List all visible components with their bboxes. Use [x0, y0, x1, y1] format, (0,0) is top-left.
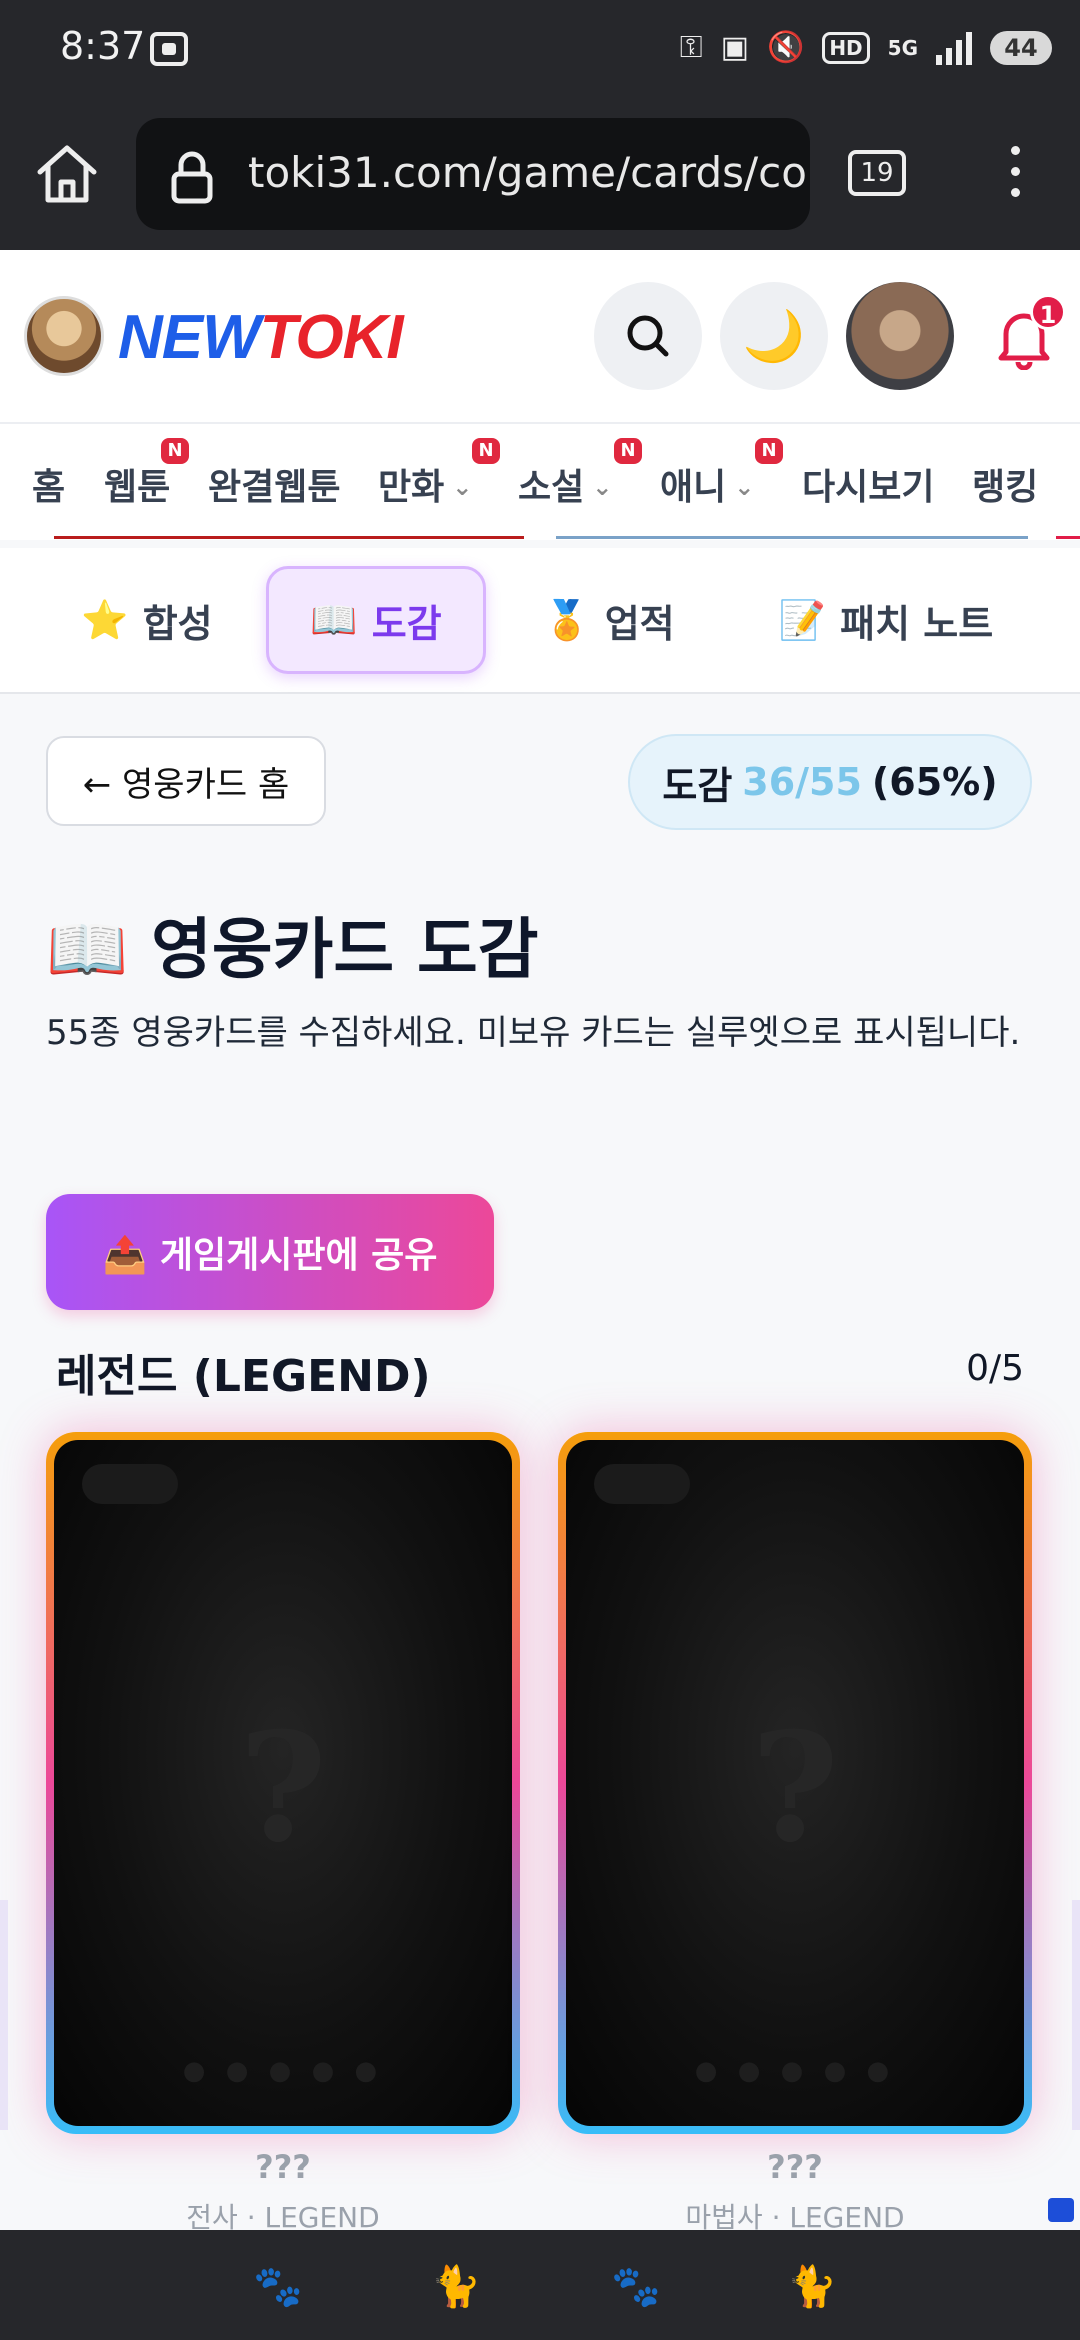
- battery-icon: 44: [990, 31, 1052, 65]
- page-title: 📖 영웅카드 도감: [46, 911, 539, 988]
- card-silhouette: ? ● ● ● ● ●: [566, 1440, 1024, 2126]
- site-header: NEWTOKI 🌙 1: [0, 250, 1080, 424]
- new-badge: N: [614, 438, 642, 464]
- card-tag: [594, 1464, 690, 1504]
- logo-image[interactable]: [24, 296, 104, 376]
- mute-icon: 🔇: [766, 30, 805, 65]
- nav-item-completed-webtoon[interactable]: 완결웹툰: [208, 458, 340, 510]
- tab-label: 합성: [142, 601, 213, 646]
- nav-item-replay[interactable]: 다시보기: [802, 458, 934, 510]
- nav-item-manga[interactable]: 만화 ⌄: [378, 458, 472, 510]
- logo-text-toki: TOKI: [259, 303, 404, 372]
- card-stars: ● ● ● ● ●: [694, 2056, 896, 2086]
- nav-item-novel[interactable]: 소설 ⌄: [518, 458, 612, 510]
- search-button[interactable]: [594, 282, 702, 390]
- section-count: 0/5: [966, 1348, 1024, 1389]
- tab-achievements[interactable]: 🏅 업적: [520, 566, 698, 674]
- tab-collection[interactable]: 📖 도감: [266, 566, 486, 674]
- unknown-card-mark: ?: [751, 1700, 839, 1876]
- collection-progress: 도감 36/55 (65%): [628, 734, 1032, 830]
- back-to-hero-home-button[interactable]: ← 영웅카드 홈: [46, 736, 326, 826]
- nav-item-webtoon[interactable]: 웹툰: [104, 458, 170, 510]
- bottom-nav-bar: 🐾 🐈 🐾 🐈: [0, 2230, 1080, 2340]
- address-bar[interactable]: toki31.com/game/cards/collection: [136, 118, 810, 230]
- nav-label: 소설: [518, 467, 585, 508]
- url-text: toki31.com/game/cards/collection: [248, 148, 810, 197]
- lock-icon: [171, 151, 213, 204]
- nav-item-anime[interactable]: 애니 ⌄: [660, 458, 754, 510]
- dark-mode-button[interactable]: 🌙: [720, 282, 828, 390]
- notification-badge: 1: [1030, 294, 1066, 330]
- folder-upload-icon: ▣: [720, 30, 749, 65]
- hero-card[interactable]: ? ● ● ● ● ●: [558, 1432, 1032, 2134]
- status-time: 8:37: [60, 24, 146, 68]
- nav-item-home[interactable]: 홈: [32, 458, 65, 510]
- moon-icon: 🌙: [742, 306, 806, 365]
- main-nav: 홈 N 웹툰 완결웹툰 N 만화 ⌄ N 소설 ⌄ N 애니 ⌄ 다시보기 랭킹: [0, 424, 1080, 540]
- status-icons: ⚿ ▣ 🔇 HD 5G 44: [680, 28, 1052, 68]
- card-silhouette: ? ● ● ● ● ●: [54, 1440, 512, 2126]
- share-to-board-button[interactable]: 📤 게임게시판에 공유: [46, 1194, 494, 1310]
- status-bar: 8:37 ⚿ ▣ 🔇 HD 5G 44: [0, 0, 1080, 100]
- browser-menu-icon[interactable]: [1000, 146, 1030, 206]
- cat-stretch-icon[interactable]: 🐈: [780, 2258, 844, 2314]
- scroll-to-top-icon[interactable]: [1048, 2198, 1074, 2222]
- scroll-edge-left: [0, 1900, 8, 2130]
- site-logo[interactable]: NEWTOKI: [118, 302, 404, 373]
- network-type: 5G: [887, 36, 918, 60]
- tab-synthesis[interactable]: ⭐ 합성: [58, 566, 236, 674]
- medal-icon: 🏅: [543, 597, 591, 642]
- home-icon[interactable]: [32, 138, 102, 208]
- unknown-card-mark: ?: [239, 1700, 327, 1876]
- card-name: ???: [767, 2148, 823, 2186]
- card-tag: [82, 1464, 178, 1504]
- page-description: 55종 영웅카드를 수집하세요. 미보유 카드는 실루엣으로 표시됩니다.: [46, 1013, 1021, 1053]
- progress-percent: (65%): [871, 760, 998, 804]
- book-icon: 📖: [310, 597, 358, 642]
- chevron-down-icon: ⌄: [452, 473, 473, 501]
- tab-label: 업적: [604, 601, 675, 646]
- tab-label: 도감: [371, 601, 442, 646]
- star-icon: ⭐: [81, 597, 129, 642]
- new-badge: N: [755, 438, 783, 464]
- nav-label: 웹툰: [104, 467, 171, 508]
- hero-card[interactable]: ? ● ● ● ● ●: [46, 1432, 520, 2134]
- nav-label: 애니: [660, 467, 727, 508]
- nav-item-ranking[interactable]: 랭킹: [972, 458, 1038, 510]
- card-name: ???: [255, 2148, 311, 2186]
- paw-icon[interactable]: 🐾: [604, 2258, 668, 2314]
- tab-label: 패치 노트: [840, 601, 994, 646]
- screenshot-icon: [150, 32, 188, 66]
- card-tabs: ⭐ 합성 📖 도감 🏅 업적 📝 패치 노트: [0, 548, 1080, 694]
- progress-prefix: 도감: [662, 763, 733, 808]
- paw-pair-icon[interactable]: 🐾: [246, 2258, 310, 2314]
- cat-sleeping-icon[interactable]: 🐈: [424, 2258, 488, 2314]
- chevron-down-icon: ⌄: [592, 473, 613, 501]
- progress-count: 36/55: [742, 760, 862, 804]
- nav-label: 만화: [378, 467, 445, 508]
- tab-switcher-button[interactable]: 19: [848, 150, 906, 196]
- nav-underline: [0, 536, 1080, 544]
- memo-icon: 📝: [778, 597, 827, 642]
- section-title: 레전드 (LEGEND): [56, 1351, 431, 1402]
- card-stars: ● ● ● ● ●: [182, 2056, 384, 2086]
- tab-patch-notes[interactable]: 📝 패치 노트: [756, 566, 1016, 674]
- signal-icon: [936, 31, 972, 65]
- nav-label: 랭킹: [972, 467, 1039, 508]
- key-icon: ⚿: [679, 30, 703, 65]
- nav-label: 홈: [32, 467, 66, 508]
- new-badge: N: [472, 438, 500, 464]
- nav-label: 다시보기: [802, 467, 935, 508]
- browser-toolbar: toki31.com/game/cards/collection 19: [0, 100, 1080, 250]
- scroll-edge-right: [1072, 1900, 1080, 2130]
- logo-text-new: NEW: [118, 303, 261, 372]
- nav-label: 완결웹툰: [208, 467, 341, 508]
- search-icon: [627, 315, 669, 357]
- user-avatar[interactable]: [846, 282, 954, 390]
- chevron-down-icon: ⌄: [734, 473, 755, 501]
- hd-icon: HD: [822, 32, 870, 64]
